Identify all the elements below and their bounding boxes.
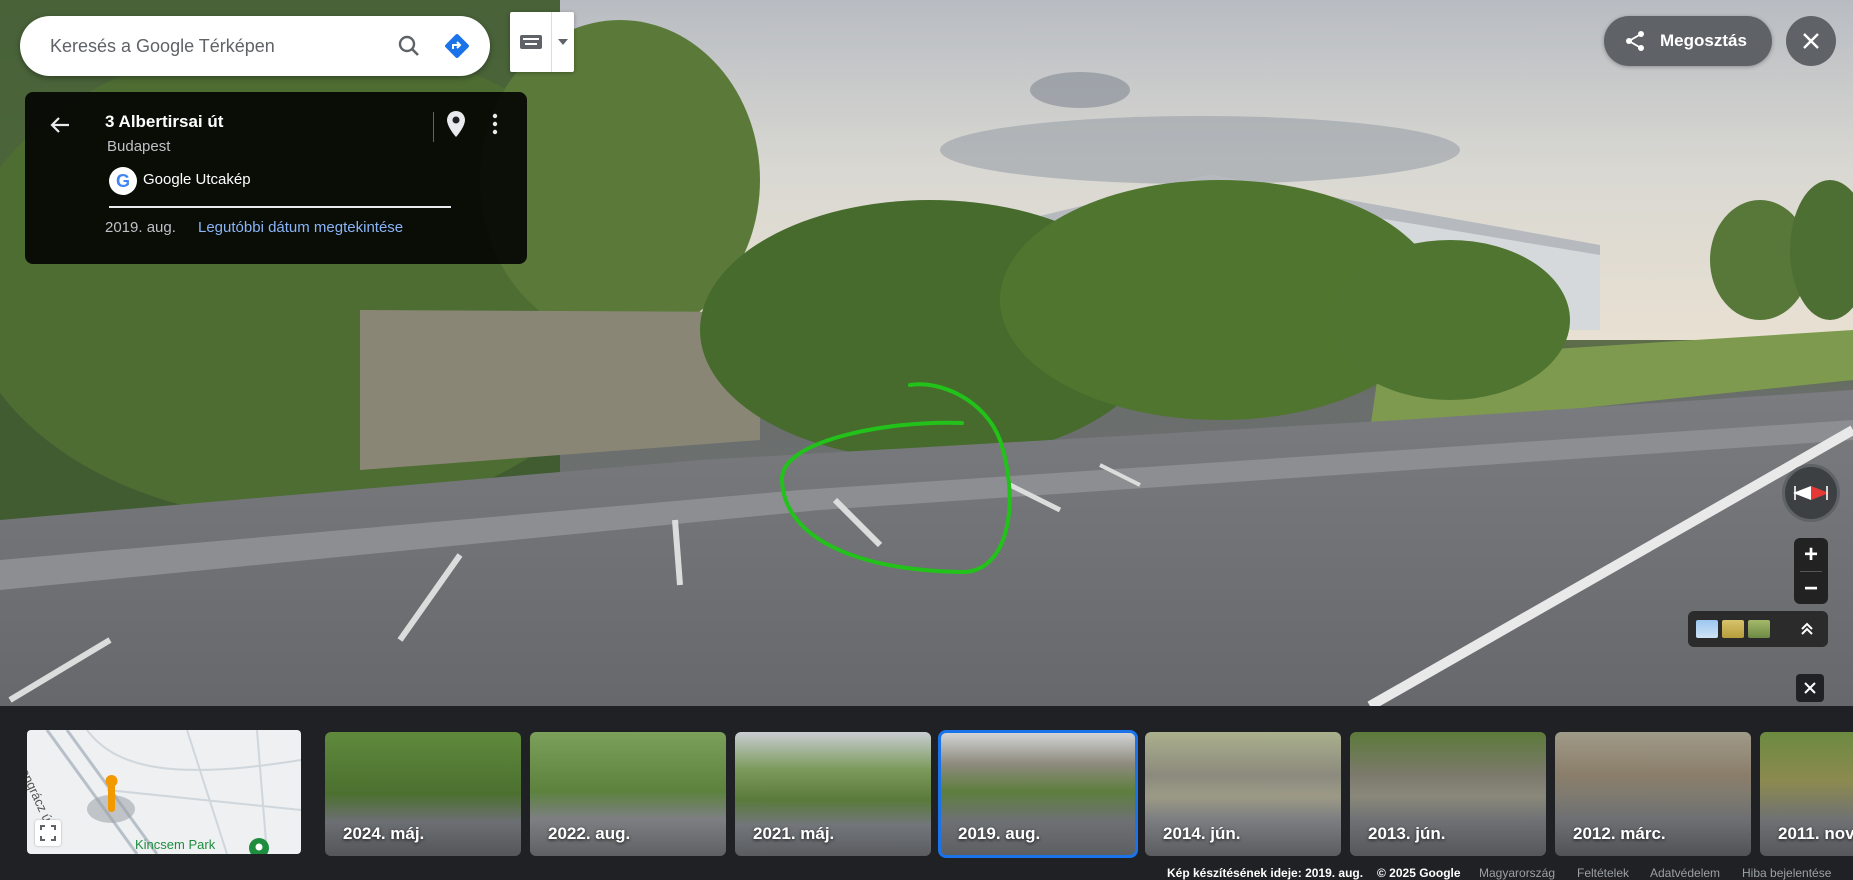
timeline-thumb[interactable]: 2013. jún. bbox=[1350, 732, 1546, 856]
terms-link[interactable]: Feltételek bbox=[1577, 866, 1629, 880]
latest-date-link[interactable]: Legutóbbi dátum megtekintése bbox=[198, 219, 403, 236]
timeline-thumb[interactable]: 2012. márc. bbox=[1555, 732, 1751, 856]
zoom-control: + − bbox=[1794, 538, 1828, 604]
location-info-card: 3 Albertirsai út Budapest G Google Utcak… bbox=[25, 92, 527, 264]
footer-bar: Kép készítésének ideje: 2019. aug. © 202… bbox=[0, 864, 1853, 880]
arrow-back-icon[interactable] bbox=[45, 110, 75, 140]
timeline-thumb[interactable]: 2024. máj. bbox=[325, 732, 521, 856]
divider-line bbox=[109, 206, 451, 208]
capture-date: 2019. aug. bbox=[105, 219, 176, 236]
timeline-label: 2012. márc. bbox=[1573, 824, 1666, 843]
location-title: 3 Albertirsai út bbox=[105, 112, 224, 131]
timeline-label: 2011. nov. bbox=[1778, 824, 1853, 843]
search-input[interactable] bbox=[50, 35, 360, 57]
timeline-label: 2021. máj. bbox=[753, 824, 835, 843]
timeline-label: 2019. aug. bbox=[958, 824, 1041, 843]
layer-sky-thumb[interactable] bbox=[1696, 620, 1718, 638]
timeline-thumb[interactable]: 2011. nov. bbox=[1760, 732, 1853, 856]
minimap-roads bbox=[45, 730, 301, 854]
close-icon[interactable] bbox=[1786, 16, 1836, 66]
more-vert-icon[interactable] bbox=[487, 109, 503, 139]
timeline-label: 2024. máj. bbox=[343, 824, 425, 843]
divider bbox=[433, 112, 434, 142]
compass-icon[interactable] bbox=[1782, 464, 1840, 522]
share-button[interactable]: Megosztás bbox=[1604, 16, 1772, 66]
zoom-out-button[interactable]: − bbox=[1794, 572, 1828, 605]
provider-name: Google Utcakép bbox=[143, 171, 251, 188]
timeline-thumb-selected[interactable]: 2019. aug. bbox=[938, 730, 1138, 858]
capture-info: Kép készítésének ideje: 2019. aug. bbox=[1167, 866, 1364, 880]
search-icon[interactable] bbox=[392, 29, 426, 63]
chevron-up-icon[interactable] bbox=[1796, 618, 1818, 640]
zoom-in-button[interactable]: + bbox=[1794, 538, 1828, 571]
minimap[interactable]: ongrácz út Kincsem Park bbox=[27, 730, 301, 854]
privacy-link[interactable]: Adatvédelem bbox=[1650, 866, 1720, 880]
minimap-poi-label: Kincsem Park bbox=[135, 837, 216, 852]
directions-icon[interactable] bbox=[440, 29, 474, 63]
share-label: Megosztás bbox=[1660, 31, 1747, 50]
street-view-app: 3 Albertirsai út Budapest G Google Utcak… bbox=[0, 0, 1853, 880]
search-box[interactable] bbox=[20, 16, 490, 76]
location-pin-icon[interactable] bbox=[445, 109, 471, 139]
timeline-label: 2022. aug. bbox=[548, 824, 631, 843]
layer-switcher bbox=[1688, 611, 1828, 647]
layer-green-thumb[interactable] bbox=[1748, 620, 1770, 638]
keyboard-icon[interactable] bbox=[510, 12, 552, 72]
timeline-strip: ongrácz út Kincsem Park 2024. máj. 2022.… bbox=[0, 706, 1853, 880]
location-city: Budapest bbox=[107, 138, 171, 155]
timeline-thumb[interactable]: 2014. jún. bbox=[1145, 732, 1341, 856]
input-tools-button[interactable] bbox=[510, 12, 574, 72]
chevron-down-icon[interactable] bbox=[552, 12, 574, 72]
timeline-label: 2014. jún. bbox=[1163, 824, 1241, 843]
timeline-thumb[interactable]: 2021. máj. bbox=[735, 732, 931, 856]
google-logo-icon: G bbox=[109, 167, 137, 195]
timeline-label: 2013. jún. bbox=[1368, 824, 1446, 843]
copyright: © 2025 Google bbox=[1377, 866, 1461, 880]
report-link[interactable]: Hiba bejelentése bbox=[1742, 866, 1831, 880]
close-timeline-icon[interactable] bbox=[1796, 674, 1824, 702]
country-link[interactable]: Magyarország bbox=[1479, 866, 1555, 880]
share-icon bbox=[1624, 29, 1648, 53]
layer-sand-thumb[interactable] bbox=[1722, 620, 1744, 638]
timeline-thumb[interactable]: 2022. aug. bbox=[530, 732, 726, 856]
fullscreen-icon[interactable] bbox=[35, 820, 61, 846]
